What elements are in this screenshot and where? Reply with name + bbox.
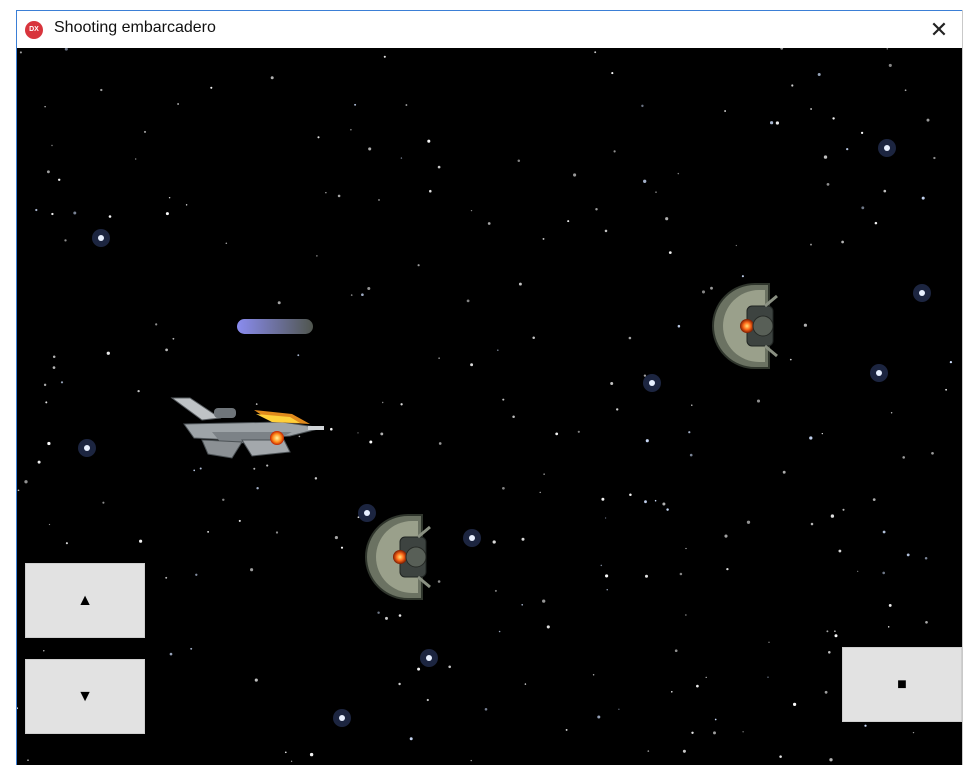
title-bar[interactable]: DX Shooting embarcadero ✕: [17, 11, 962, 48]
close-button[interactable]: ✕: [916, 11, 962, 48]
app-icon: DX: [25, 21, 43, 39]
enemy-pod: [712, 283, 778, 369]
game-sprites: [170, 283, 778, 600]
fire-button[interactable]: ■: [842, 647, 962, 722]
move-down-button[interactable]: ▼: [25, 659, 145, 734]
app-window: DX Shooting embarcadero ✕ ▲ ▼ ■: [0, 0, 963, 765]
move-up-button[interactable]: ▲: [25, 563, 145, 638]
game-canvas[interactable]: ▲ ▼ ■: [17, 48, 962, 765]
window-title: Shooting embarcadero: [54, 19, 216, 36]
laser-beam: [237, 319, 313, 334]
player-ship: [170, 397, 324, 459]
enemy-pod: [365, 514, 431, 600]
